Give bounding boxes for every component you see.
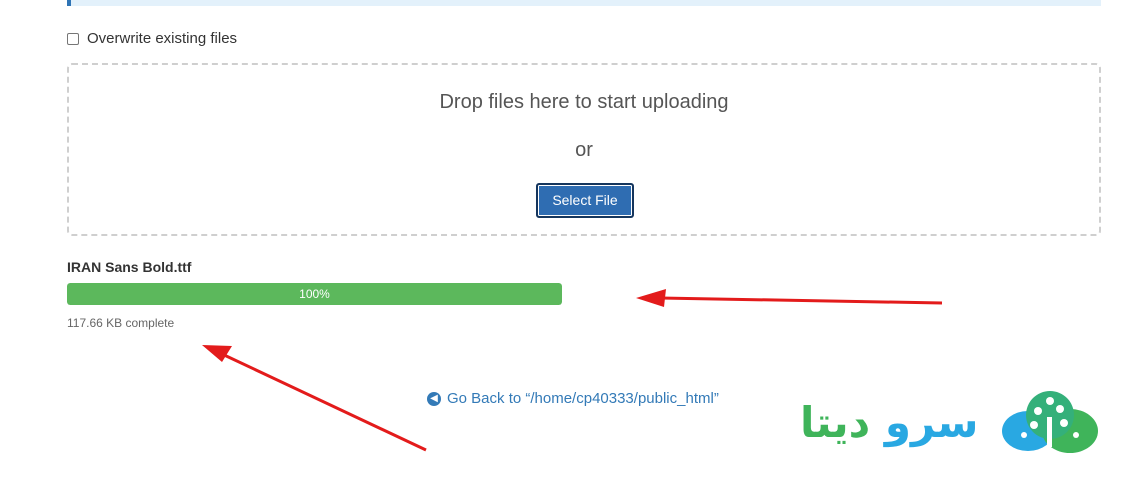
annotation-arrow-status (202, 345, 427, 452)
overwrite-checkbox[interactable] (67, 32, 79, 45)
info-banner (67, 0, 1101, 6)
dropzone-or: or (575, 139, 593, 161)
brand-logo: سرو دیتا (800, 387, 1102, 457)
overwrite-option[interactable]: Overwrite existing files (67, 30, 237, 47)
brand-name: سرو دیتا (800, 398, 978, 447)
file-dropzone[interactable]: Drop files here to start uploading or Se… (67, 63, 1101, 236)
upload-progress-bar: 100% (67, 283, 562, 305)
upload-status: 117.66 KB complete (67, 316, 175, 330)
go-back-label: Go Back to “/home/cp40333/public_html” (447, 390, 719, 407)
upload-progress-fill: 100% (67, 283, 562, 305)
cloud-tree-logo-icon (1002, 391, 1099, 453)
brand-name-part2: دیتا (800, 397, 871, 447)
overwrite-label: Overwrite existing files (87, 30, 238, 47)
dropzone-title: Drop files here to start uploading (439, 91, 729, 113)
select-file-button[interactable]: Select File (536, 183, 634, 218)
annotation-arrow-progress (636, 289, 943, 307)
arrow-left-circle-icon: ◀ (427, 391, 441, 406)
uploaded-file-name: IRAN Sans Bold.ttf (67, 259, 192, 275)
upload-page: Overwrite existing files Drop files here… (0, 0, 1129, 478)
brand-name-part1: سرو (884, 397, 979, 447)
go-back-link[interactable]: ◀ Go Back to “/home/cp40333/public_html” (427, 390, 719, 407)
